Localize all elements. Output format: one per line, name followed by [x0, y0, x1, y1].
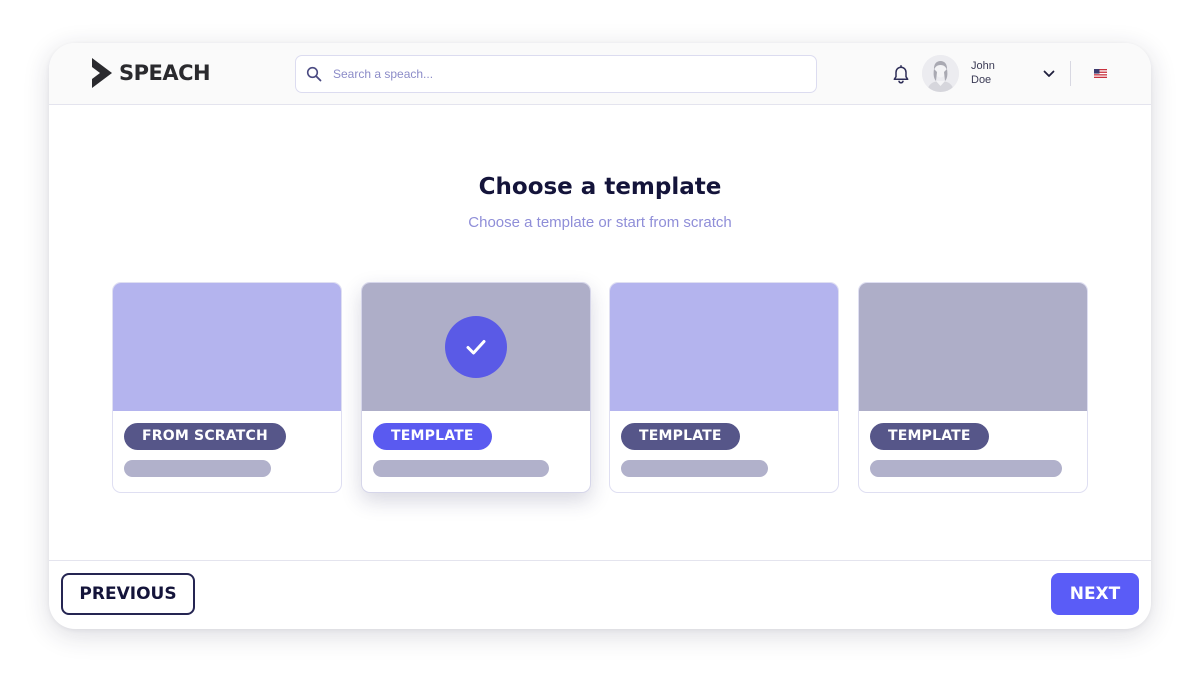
previous-button[interactable]: PREVIOUS — [61, 573, 195, 615]
template-card[interactable]: TEMPLATE — [858, 282, 1088, 493]
user-name[interactable]: John Doe — [971, 59, 1011, 87]
search-icon — [306, 66, 322, 82]
card-placeholder-bar — [124, 460, 271, 477]
card-label: TEMPLATE — [373, 423, 492, 450]
selected-check — [445, 316, 507, 378]
card-placeholder-bar — [870, 460, 1062, 477]
footer-divider — [49, 560, 1151, 561]
app-window: SPEACH John — [49, 43, 1151, 629]
card-label: FROM SCRATCH — [124, 423, 286, 450]
avatar[interactable] — [922, 55, 959, 92]
card-placeholder-bar — [621, 460, 768, 477]
speach-logo-icon — [92, 58, 112, 88]
bell-icon[interactable] — [892, 65, 910, 85]
search-input[interactable] — [333, 67, 793, 81]
top-bar: SPEACH John — [49, 43, 1151, 105]
search-bar[interactable] — [295, 55, 817, 93]
card-thumbnail — [610, 283, 838, 411]
page-subtitle: Choose a template or start from scratch — [468, 214, 732, 231]
card-thumbnail — [113, 283, 341, 411]
card-label: TEMPLATE — [621, 423, 740, 450]
check-icon — [466, 340, 486, 355]
card-placeholder-bar — [373, 460, 549, 477]
template-card-from-scratch[interactable]: FROM SCRATCH — [112, 282, 342, 493]
next-button[interactable]: NEXT — [1051, 573, 1139, 615]
logo[interactable]: SPEACH — [91, 57, 211, 89]
logo-text: SPEACH — [119, 61, 211, 85]
header-divider — [1070, 61, 1071, 86]
card-label: TEMPLATE — [870, 423, 989, 450]
template-card-selected[interactable]: TEMPLATE — [361, 282, 591, 493]
user-last-name: Doe — [971, 74, 992, 86]
card-thumbnail — [859, 283, 1087, 411]
chevron-down-icon[interactable] — [1043, 70, 1055, 78]
user-first-name: John — [971, 60, 995, 72]
us-flag-icon[interactable] — [1094, 69, 1107, 78]
user-avatar-icon — [922, 55, 959, 92]
page-title: Choose a template — [478, 174, 722, 200]
card-thumbnail — [362, 283, 590, 411]
template-card[interactable]: TEMPLATE — [609, 282, 839, 493]
